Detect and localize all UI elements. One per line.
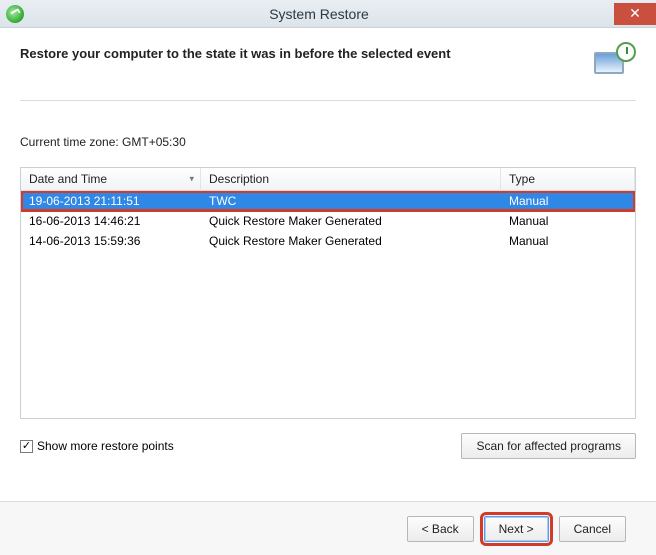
cell-type: Manual: [501, 214, 635, 228]
wizard-footer: < Back Next > Cancel: [0, 501, 656, 555]
next-button[interactable]: Next >: [484, 516, 549, 542]
cell-datetime: 14-06-2013 15:59:36: [21, 234, 201, 248]
column-header-type[interactable]: Type: [501, 168, 635, 191]
cell-description: Quick Restore Maker Generated: [201, 234, 501, 248]
system-restore-icon: [6, 5, 24, 23]
show-more-label: Show more restore points: [37, 439, 174, 453]
cell-type: Manual: [501, 194, 635, 208]
cell-datetime: 16-06-2013 14:46:21: [21, 214, 201, 228]
close-button[interactable]: ✕: [614, 3, 656, 25]
table-row[interactable]: 19-06-2013 21:11:51TWCManual: [21, 191, 635, 211]
sort-indicator-icon: ▾: [189, 174, 194, 185]
titlebar: System Restore ✕: [0, 0, 656, 28]
column-header-description[interactable]: Description: [201, 168, 501, 191]
window-title: System Restore: [24, 6, 614, 22]
page-heading: Restore your computer to the state it wa…: [20, 42, 451, 61]
column-header-description-label: Description: [209, 172, 269, 186]
table-row[interactable]: 16-06-2013 14:46:21Quick Restore Maker G…: [21, 211, 635, 231]
column-header-type-label: Type: [509, 172, 535, 186]
scan-affected-button[interactable]: Scan for affected programs: [461, 433, 636, 459]
cancel-button[interactable]: Cancel: [559, 516, 626, 542]
restore-points-table: Date and Time ▾ Description Type 19-06-2…: [20, 167, 636, 419]
cell-description: Quick Restore Maker Generated: [201, 214, 501, 228]
checkbox-icon: ✓: [20, 440, 33, 453]
cell-type: Manual: [501, 234, 635, 248]
divider: [20, 100, 636, 101]
timezone-label: Current time zone: GMT+05:30: [20, 135, 636, 149]
column-header-datetime[interactable]: Date and Time ▾: [21, 168, 201, 191]
cell-datetime: 19-06-2013 21:11:51: [21, 194, 201, 208]
close-icon: ✕: [629, 5, 641, 22]
table-header: Date and Time ▾ Description Type: [21, 168, 635, 191]
table-row[interactable]: 14-06-2013 15:59:36Quick Restore Maker G…: [21, 231, 635, 251]
cell-description: TWC: [201, 194, 501, 208]
show-more-checkbox[interactable]: ✓ Show more restore points: [20, 439, 174, 453]
column-header-datetime-label: Date and Time: [29, 172, 107, 186]
back-button[interactable]: < Back: [407, 516, 474, 542]
restore-graphic-icon: [590, 42, 636, 82]
